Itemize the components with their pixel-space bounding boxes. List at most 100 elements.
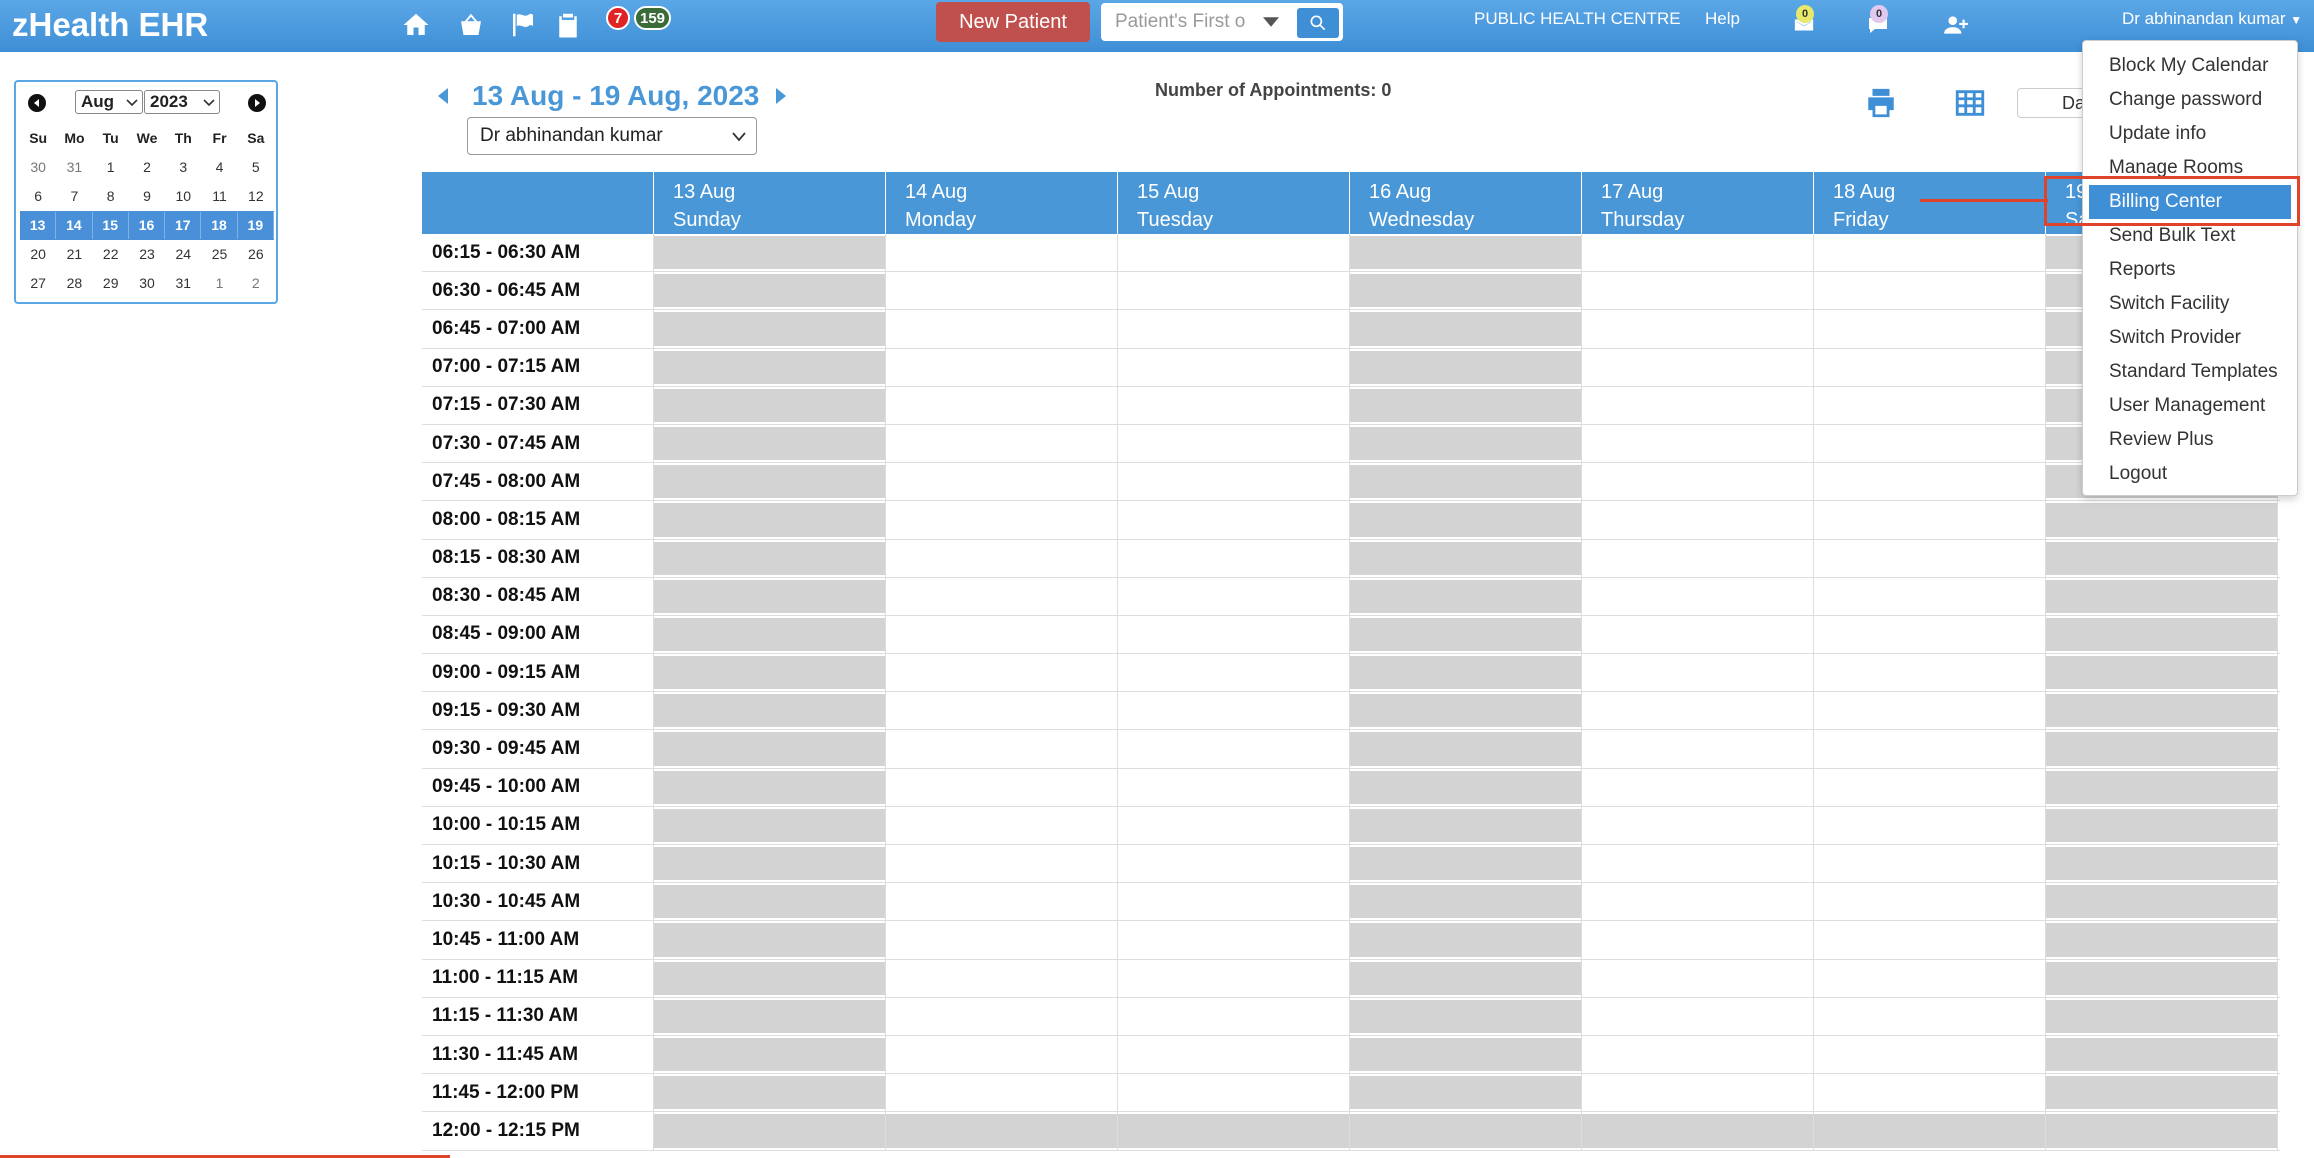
appointment-slot[interactable] xyxy=(1118,806,1350,844)
blocked-slot[interactable] xyxy=(1350,1112,1582,1150)
appointment-slot[interactable] xyxy=(1118,692,1350,730)
blocked-slot[interactable] xyxy=(2046,730,2278,768)
blocked-slot[interactable] xyxy=(1350,730,1582,768)
next-month-button[interactable] xyxy=(248,94,266,112)
appointment-slot[interactable] xyxy=(1582,806,1814,844)
blocked-slot[interactable] xyxy=(654,806,886,844)
appointment-slot[interactable] xyxy=(1814,615,2046,654)
appointment-slot[interactable] xyxy=(886,615,1118,654)
appointment-slot[interactable] xyxy=(886,883,1118,921)
appointment-slot[interactable] xyxy=(1582,730,1814,768)
appointment-slot[interactable] xyxy=(886,730,1118,768)
blocked-slot[interactable] xyxy=(2046,806,2278,844)
flag-icon[interactable] xyxy=(505,7,541,43)
appointment-slot[interactable] xyxy=(1118,539,1350,577)
calendar-day[interactable]: 17 xyxy=(165,212,202,239)
appointment-slot[interactable] xyxy=(886,959,1118,997)
calendar-day[interactable]: 7 xyxy=(56,183,92,210)
appointment-slot[interactable] xyxy=(1814,730,2046,768)
appointment-slot[interactable] xyxy=(1118,1074,1350,1112)
appointment-slot[interactable] xyxy=(1118,654,1350,692)
appointment-slot[interactable] xyxy=(1814,424,2046,463)
calendar-day[interactable]: 27 xyxy=(20,270,56,297)
appointment-slot[interactable] xyxy=(1814,654,2046,692)
appointment-slot[interactable] xyxy=(1814,959,2046,997)
calendar-day[interactable]: 5 xyxy=(238,154,274,181)
appointment-slot[interactable] xyxy=(1582,348,1814,386)
appointment-slot[interactable] xyxy=(1582,959,1814,997)
appointment-slot[interactable] xyxy=(886,539,1118,577)
calendar-day[interactable]: 21 xyxy=(56,241,92,268)
appointment-slot[interactable] xyxy=(1582,310,1814,348)
home-icon[interactable] xyxy=(398,7,434,43)
appointment-slot[interactable] xyxy=(1118,348,1350,386)
blocked-slot[interactable] xyxy=(654,768,886,806)
appointment-slot[interactable] xyxy=(886,806,1118,844)
appointment-slot[interactable] xyxy=(1118,883,1350,921)
day-column-header[interactable]: 14 Aug Monday xyxy=(886,172,1118,234)
appointment-slot[interactable] xyxy=(886,234,1118,272)
appointment-slot[interactable] xyxy=(886,463,1118,501)
blocked-slot[interactable] xyxy=(1350,692,1582,730)
blocked-slot[interactable] xyxy=(1350,1035,1582,1074)
calendar-day[interactable]: 19 xyxy=(238,212,274,239)
appointment-slot[interactable] xyxy=(1118,1035,1350,1074)
blocked-slot[interactable] xyxy=(654,234,886,272)
calendar-day[interactable]: 3 xyxy=(165,154,201,181)
menu-item-logout[interactable]: Logout xyxy=(2083,457,2297,491)
table-view-icon[interactable] xyxy=(1953,86,1987,120)
calendar-day[interactable]: 9 xyxy=(129,183,165,210)
appointment-slot[interactable] xyxy=(1814,1074,2046,1112)
blocked-slot[interactable] xyxy=(654,692,886,730)
blocked-slot[interactable] xyxy=(654,997,886,1035)
help-link[interactable]: Help xyxy=(1705,9,1740,29)
appointment-slot[interactable] xyxy=(1582,539,1814,577)
blocked-slot[interactable] xyxy=(654,386,886,424)
blocked-slot[interactable] xyxy=(2046,997,2278,1035)
appointment-slot[interactable] xyxy=(1582,577,1814,615)
appointment-slot[interactable] xyxy=(886,424,1118,463)
calendar-day[interactable]: 4 xyxy=(201,154,237,181)
blocked-slot[interactable] xyxy=(654,539,886,577)
appointment-slot[interactable] xyxy=(1582,463,1814,501)
blocked-slot[interactable] xyxy=(2046,654,2278,692)
appointment-slot[interactable] xyxy=(886,692,1118,730)
blocked-slot[interactable] xyxy=(654,730,886,768)
year-select[interactable]: 2023 xyxy=(144,90,220,114)
appointment-slot[interactable] xyxy=(1814,845,2046,883)
appointment-slot[interactable] xyxy=(886,577,1118,615)
alerts-badge[interactable]: 7 xyxy=(606,6,630,30)
calendar-day[interactable]: 1 xyxy=(201,270,237,297)
add-user-icon[interactable] xyxy=(1938,7,1974,43)
appointment-slot[interactable] xyxy=(886,501,1118,539)
menu-item-standard-templates[interactable]: Standard Templates xyxy=(2083,355,2297,389)
menu-item-reports[interactable]: Reports xyxy=(2083,253,2297,287)
blocked-slot[interactable] xyxy=(1118,1112,1350,1150)
blocked-slot[interactable] xyxy=(654,1112,886,1150)
blocked-slot[interactable] xyxy=(1350,577,1582,615)
blocked-slot[interactable] xyxy=(1350,310,1582,348)
appointment-slot[interactable] xyxy=(1582,386,1814,424)
blocked-slot[interactable] xyxy=(1350,1074,1582,1112)
month-select[interactable]: Aug xyxy=(75,90,143,114)
appointment-slot[interactable] xyxy=(1582,997,1814,1035)
appointment-slot[interactable] xyxy=(886,386,1118,424)
appointment-slot[interactable] xyxy=(1814,806,2046,844)
blocked-slot[interactable] xyxy=(654,1074,886,1112)
appointment-slot[interactable] xyxy=(886,654,1118,692)
appointment-slot[interactable] xyxy=(1118,463,1350,501)
appointment-slot[interactable] xyxy=(886,1074,1118,1112)
clipboard-icon[interactable] xyxy=(550,7,586,43)
blocked-slot[interactable] xyxy=(1350,539,1582,577)
appointment-slot[interactable] xyxy=(1814,577,2046,615)
calendar-day[interactable]: 6 xyxy=(20,183,56,210)
appointment-slot[interactable] xyxy=(1582,501,1814,539)
appointment-slot[interactable] xyxy=(1814,234,2046,272)
prev-month-button[interactable] xyxy=(28,94,46,112)
menu-item-review-plus[interactable]: Review Plus xyxy=(2083,423,2297,457)
blocked-slot[interactable] xyxy=(654,1035,886,1074)
search-type-dropdown[interactable] xyxy=(1251,3,1291,41)
blocked-slot[interactable] xyxy=(1350,921,1582,959)
calendar-day[interactable]: 2 xyxy=(238,270,274,297)
appointment-slot[interactable] xyxy=(1118,845,1350,883)
